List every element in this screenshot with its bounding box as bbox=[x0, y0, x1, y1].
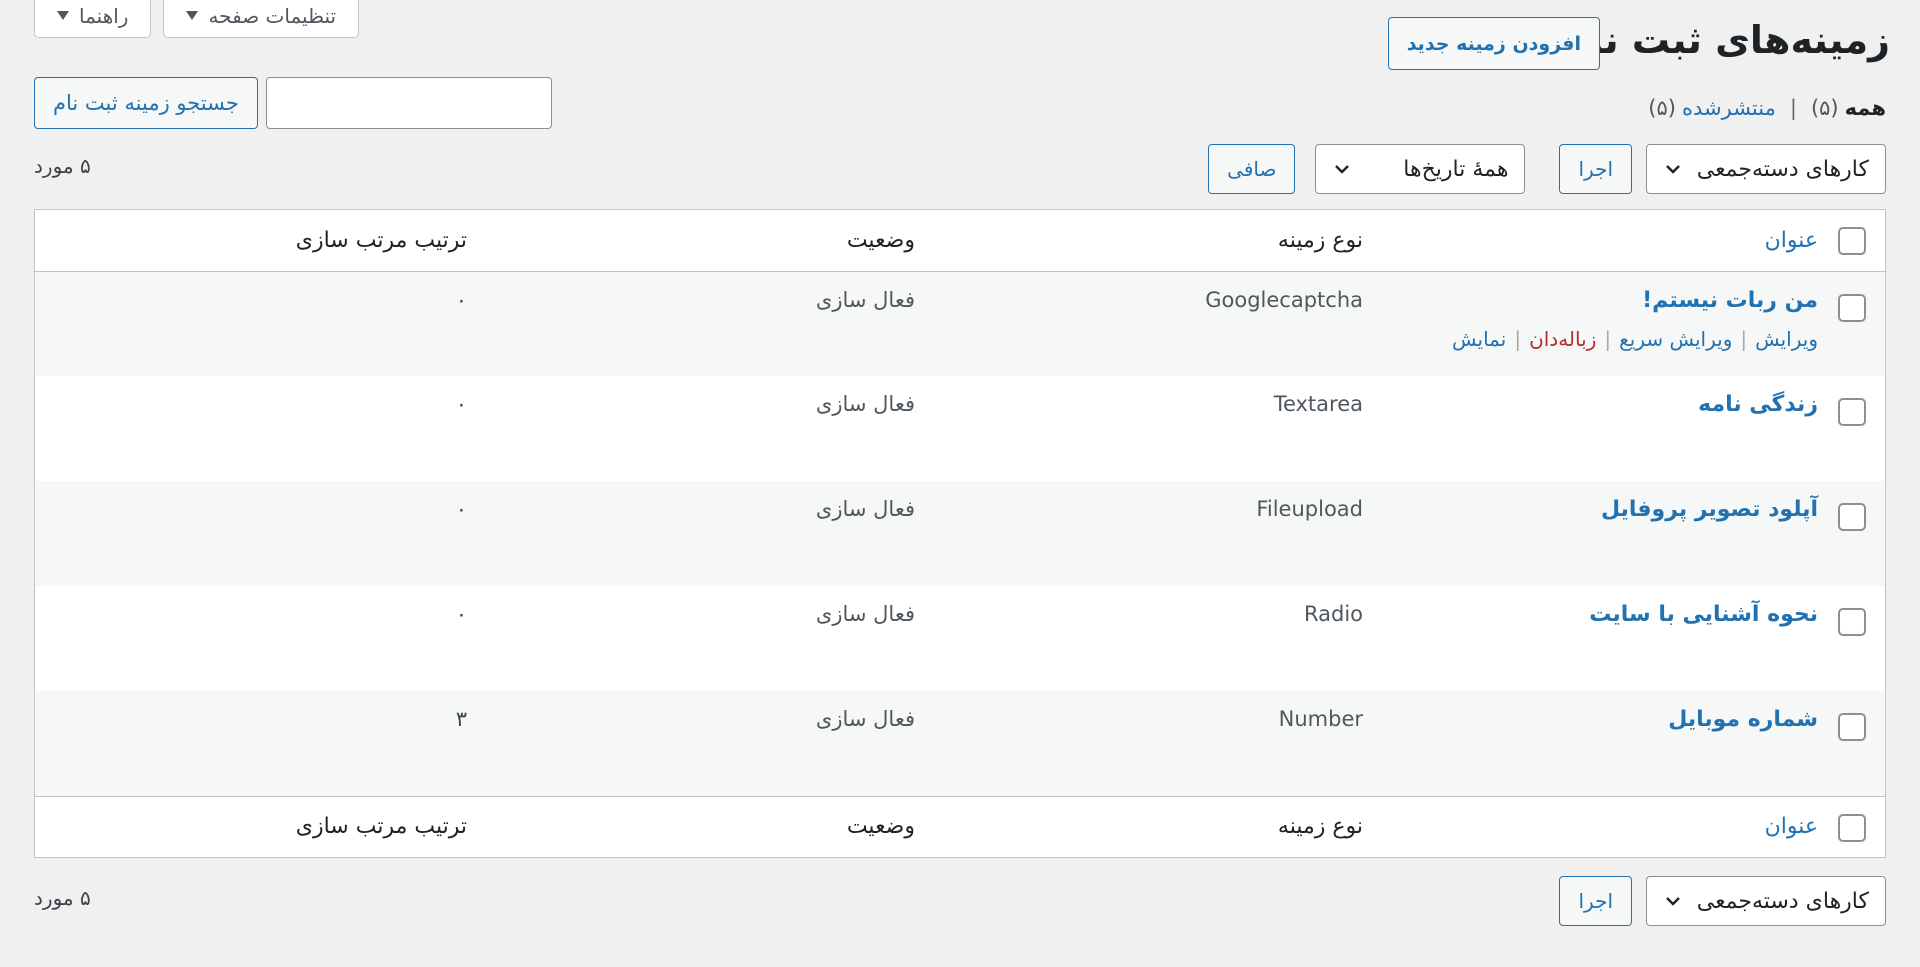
field-type: Fileupload bbox=[1256, 497, 1363, 521]
view-link[interactable]: نمایش bbox=[1452, 327, 1506, 351]
action-separator: | bbox=[1604, 326, 1612, 351]
field-type: Radio bbox=[1303, 602, 1363, 626]
bulk-actions-label: کارهای دسته‌جمعی bbox=[1696, 156, 1869, 182]
action-separator: | bbox=[1740, 326, 1748, 351]
screen-options-tab[interactable]: تنظیمات صفحه bbox=[163, 0, 360, 38]
page-title: زمینه‌های ثبت نام bbox=[1562, 18, 1890, 62]
screen-options-label: تنظیمات صفحه bbox=[208, 3, 337, 28]
date-filter-select[interactable]: همهٔ تاریخ‌ها bbox=[1315, 144, 1526, 194]
tablenav-bottom: کارهای دسته‌جمعی اجرا ۵ مورد bbox=[34, 876, 1886, 928]
field-order: ۰ bbox=[455, 392, 467, 416]
row-checkbox[interactable] bbox=[1838, 398, 1866, 426]
search-box: جستجو زمینه ثبت نام bbox=[34, 77, 552, 129]
row-title-link[interactable]: آپلود تصویر پروفایل bbox=[1601, 497, 1818, 522]
view-all-count: (۵) bbox=[1810, 96, 1839, 120]
table-row: زندگی نامه Textarea فعال سازی ۰ bbox=[35, 376, 1885, 481]
field-order: ۰ bbox=[455, 497, 467, 521]
column-type: نوع زمینه bbox=[1277, 227, 1363, 253]
filter-button[interactable]: صافی bbox=[1208, 144, 1296, 194]
bulk-actions-select-bottom[interactable]: کارهای دسته‌جمعی bbox=[1646, 876, 1886, 926]
screen-meta-links: راهنما تنظیمات صفحه bbox=[34, 0, 360, 38]
table-row: شماره موبایل Number فعال سازی ۳ bbox=[35, 691, 1885, 796]
bulk-actions-label: کارهای دسته‌جمعی bbox=[1696, 888, 1869, 914]
table-row: نحوه آشنایی با سایت Radio فعال سازی ۰ bbox=[35, 586, 1885, 691]
row-title-link[interactable]: من ربات نیستم! bbox=[1642, 288, 1818, 313]
view-separator: | bbox=[1789, 96, 1797, 120]
table-row: آپلود تصویر پروفایل Fileupload فعال سازی… bbox=[35, 481, 1885, 586]
column-status: وضعیت bbox=[846, 227, 915, 253]
field-status: فعال سازی bbox=[815, 602, 915, 626]
help-label: راهنما bbox=[79, 3, 129, 28]
field-order: ۰ bbox=[455, 602, 467, 626]
fields-table: عنوان نوع زمینه وضعیت ترتیب مرتب سازی من… bbox=[34, 209, 1886, 858]
chevron-down-icon bbox=[1335, 165, 1350, 174]
column-status-footer: وضعیت bbox=[846, 814, 915, 840]
field-type: Googlecaptcha bbox=[1205, 287, 1363, 312]
select-all-checkbox-footer[interactable] bbox=[1838, 813, 1866, 842]
table-header-row: عنوان نوع زمینه وضعیت ترتیب مرتب سازی bbox=[35, 210, 1885, 271]
view-published-count: (۵) bbox=[1648, 96, 1676, 120]
table-footer-row: عنوان نوع زمینه وضعیت ترتیب مرتب سازی bbox=[35, 796, 1885, 857]
items-count-bottom: ۵ مورد bbox=[34, 886, 91, 910]
field-status: فعال سازی bbox=[815, 497, 915, 521]
apply-button[interactable]: اجرا bbox=[1559, 144, 1632, 194]
row-title-link[interactable]: شماره موبایل bbox=[1668, 707, 1818, 732]
row-title-link[interactable]: زندگی نامه bbox=[1698, 392, 1818, 417]
field-order: ۳ bbox=[455, 707, 467, 731]
column-type-footer: نوع زمینه bbox=[1277, 814, 1363, 840]
chevron-down-icon bbox=[1666, 897, 1680, 906]
chevron-down-icon bbox=[1666, 165, 1680, 174]
row-title-link[interactable]: نحوه آشنایی با سایت bbox=[1589, 602, 1818, 627]
search-input[interactable] bbox=[265, 77, 552, 129]
trash-link[interactable]: زباله‌دان bbox=[1529, 327, 1596, 351]
field-status: فعال سازی bbox=[815, 392, 915, 416]
date-filter-label: همهٔ تاریخ‌ها bbox=[1403, 156, 1509, 182]
select-all-checkbox[interactable] bbox=[1838, 227, 1866, 256]
row-checkbox[interactable] bbox=[1838, 293, 1866, 322]
bulk-actions-group-bottom: کارهای دسته‌جمعی اجرا bbox=[1559, 876, 1886, 926]
column-title-sort[interactable]: عنوان bbox=[1765, 228, 1818, 253]
bulk-actions-select[interactable]: کارهای دسته‌جمعی bbox=[1646, 144, 1886, 194]
row-checkbox[interactable] bbox=[1838, 608, 1866, 636]
status-views: همه (۵) | منتشرشده (۵) bbox=[1648, 96, 1886, 120]
apply-button-bottom[interactable]: اجرا bbox=[1559, 876, 1632, 926]
row-actions: ویرایش | ویرایش سریع | زباله‌دان | نمایش bbox=[1365, 327, 1818, 351]
edit-link[interactable]: ویرایش bbox=[1755, 327, 1818, 351]
field-type: Number bbox=[1278, 707, 1363, 731]
row-checkbox[interactable] bbox=[1838, 713, 1866, 741]
quick-edit-link[interactable]: ویرایش سریع bbox=[1619, 327, 1732, 351]
tablenav-top: کارهای دسته‌جمعی اجرا همهٔ تاریخ‌ها صافی… bbox=[34, 144, 1886, 196]
items-count: ۵ مورد bbox=[34, 154, 91, 178]
view-published-link[interactable]: منتشرشده bbox=[1682, 96, 1776, 120]
search-button[interactable]: جستجو زمینه ثبت نام bbox=[34, 77, 258, 129]
view-all-link[interactable]: همه bbox=[1845, 96, 1886, 120]
column-order: ترتیب مرتب سازی bbox=[295, 227, 467, 253]
field-status: فعال سازی bbox=[815, 287, 915, 312]
caret-down-icon bbox=[57, 11, 69, 20]
field-type: Textarea bbox=[1273, 392, 1363, 416]
field-order: ۰ bbox=[455, 287, 467, 312]
help-tab[interactable]: راهنما bbox=[34, 0, 152, 38]
row-checkbox[interactable] bbox=[1838, 503, 1866, 531]
table-row: من ربات نیستم! ویرایش | ویرایش سریع | زب… bbox=[35, 271, 1885, 376]
field-status: فعال سازی bbox=[815, 707, 915, 731]
column-title-sort-footer[interactable]: عنوان bbox=[1765, 814, 1818, 839]
add-new-button[interactable]: افزودن زمینه جدید bbox=[1387, 17, 1600, 70]
column-order-footer: ترتیب مرتب سازی bbox=[295, 814, 467, 840]
bulk-actions-group: کارهای دسته‌جمعی اجرا همهٔ تاریخ‌ها صافی bbox=[1208, 144, 1886, 194]
action-separator: | bbox=[1514, 326, 1522, 351]
caret-down-icon bbox=[186, 11, 199, 20]
